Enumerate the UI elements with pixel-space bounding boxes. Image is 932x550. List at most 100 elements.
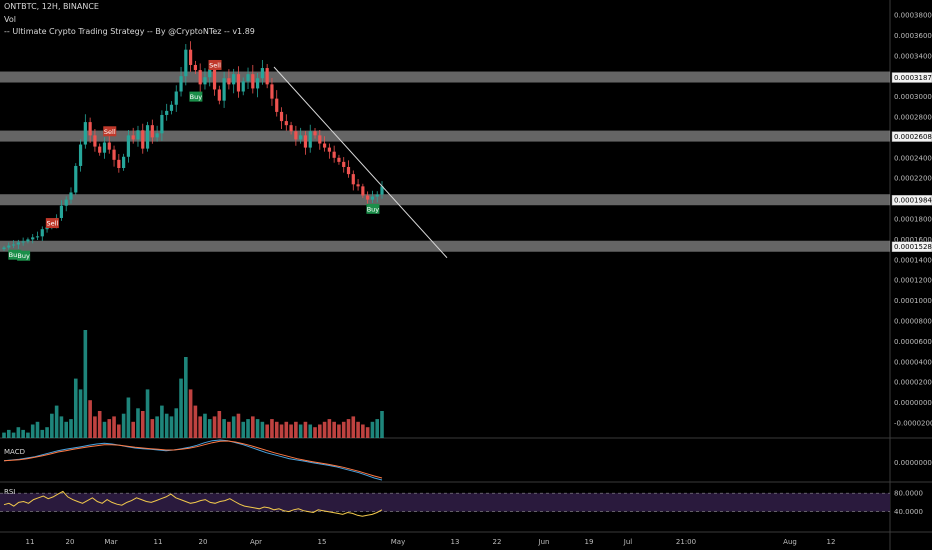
volume-bar — [169, 416, 174, 438]
volume-bar — [284, 421, 289, 438]
candle-body — [184, 49, 188, 77]
candle-body — [107, 142, 111, 150]
volume-bar — [236, 413, 241, 438]
candle-body — [145, 125, 150, 149]
volume-bar — [107, 419, 112, 438]
volume-bar — [341, 421, 346, 438]
candle-body — [289, 125, 293, 132]
volume-bar — [361, 424, 365, 438]
volume-bar — [322, 421, 327, 438]
candle-body — [361, 186, 365, 196]
time-tick-label: Jun — [538, 538, 550, 546]
candle-body — [117, 159, 121, 168]
volume-bar — [45, 427, 49, 438]
volume-bar — [212, 416, 217, 438]
volume-bar — [6, 429, 11, 438]
candle-body — [93, 135, 97, 147]
time-tick-label: 11 — [26, 538, 35, 546]
candle-body — [193, 64, 197, 71]
time-tick-label: 11 — [154, 538, 163, 546]
price-tick-label: 0.0000600 — [894, 338, 932, 346]
volume-bar — [35, 421, 40, 438]
volume-bar — [317, 424, 322, 438]
candle-body — [131, 135, 135, 140]
volume-bar — [294, 421, 298, 438]
candle-body — [346, 166, 351, 175]
candle-body — [332, 151, 336, 158]
strategy-indicator-label: -- Ultimate Crypto Trading Strategy -- B… — [4, 27, 255, 36]
candle-body — [189, 49, 193, 65]
volume-bar — [380, 411, 384, 438]
volume-bar — [117, 424, 121, 438]
candle-body — [160, 114, 164, 134]
price-level-label: 0.0001984 — [894, 197, 932, 205]
candle-body — [255, 78, 260, 89]
volume-bar — [188, 389, 193, 438]
volume-bar — [270, 419, 274, 438]
time-tick-label: Mar — [104, 538, 117, 546]
volume-bar — [59, 416, 64, 438]
volume-bar — [365, 427, 370, 438]
time-tick-label: 21:00 — [676, 538, 696, 546]
volume-bar — [26, 432, 30, 438]
candle-body — [241, 81, 245, 92]
candle-body — [356, 184, 360, 187]
volume-bar — [40, 429, 45, 438]
price-tick-label: 0.0001400 — [894, 256, 932, 264]
volume-bar — [97, 411, 102, 438]
time-tick-label: 19 — [585, 538, 594, 546]
price-tick-label: 0.0003600 — [894, 32, 932, 40]
volume-bar — [313, 427, 317, 438]
price-tick-label: 0.0001800 — [894, 216, 932, 224]
volume-bar — [351, 416, 356, 438]
volume-bar — [370, 421, 375, 438]
time-tick-label: Aug — [783, 538, 797, 546]
candle-body — [2, 247, 6, 250]
volume-bar — [337, 424, 341, 438]
volume-bar — [64, 421, 69, 438]
candle-body — [260, 68, 264, 79]
time-tick-label: 12 — [827, 538, 836, 546]
volume-bar — [164, 413, 169, 438]
volume-bar — [217, 411, 222, 438]
volume-bar — [279, 424, 284, 438]
buy-signal-label: Buy — [17, 252, 30, 260]
time-tick-label: Apr — [250, 538, 262, 546]
price-tick-label: -0.0000200 — [894, 420, 932, 428]
candle-body — [208, 69, 212, 78]
volume-bar — [246, 419, 250, 438]
candle-body — [31, 237, 35, 240]
candle-body — [284, 121, 288, 126]
price-level-label: 0.0003187 — [894, 74, 932, 82]
chart-canvas: 0.0003800 0.0003600 0.0003400 0.0003187 0.00… — [0, 0, 932, 550]
candle-body — [165, 110, 169, 115]
volume-bar — [356, 421, 360, 438]
candle-body — [126, 135, 131, 157]
volume-bar — [346, 419, 351, 438]
support-resistance-zone — [0, 240, 890, 252]
candle-body — [313, 131, 317, 136]
volume-bar — [150, 419, 155, 438]
price-tick-label: 0.0002400 — [894, 154, 932, 162]
volume-bar — [102, 421, 107, 438]
candle-body — [35, 236, 40, 238]
candle-body — [112, 149, 116, 160]
volume-bar — [207, 419, 212, 438]
candle-body — [150, 125, 154, 138]
candle-body — [375, 194, 379, 197]
volume-bar — [136, 408, 140, 438]
volume-bar — [131, 421, 135, 438]
candle-body — [270, 84, 274, 99]
time-tick-label: 15 — [318, 538, 327, 546]
candle-body — [299, 135, 303, 140]
candle-body — [102, 142, 107, 153]
candle-body — [322, 143, 327, 148]
time-tick-label: 20 — [66, 538, 75, 546]
time-tick-label: 20 — [199, 538, 208, 546]
rsi-lower-label: 40.0000 — [894, 508, 923, 516]
volume-bar — [179, 378, 183, 438]
price-tick-label: 0.0000000 — [894, 399, 932, 407]
volume-bar — [50, 413, 54, 438]
volume-bar — [54, 405, 59, 438]
candle-body — [337, 157, 341, 162]
